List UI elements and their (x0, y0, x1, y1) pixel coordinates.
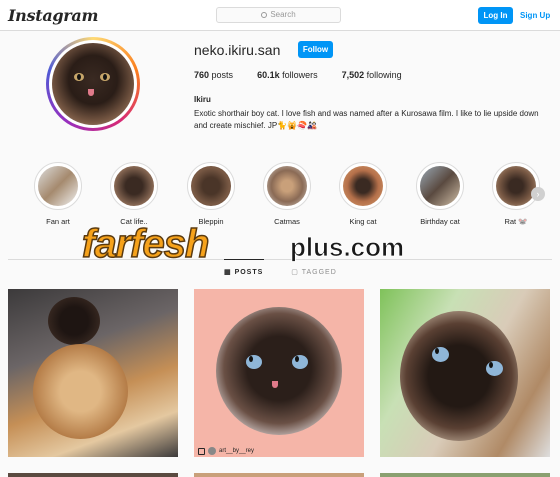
post-thumbnail-row-2[interactable] (380, 473, 550, 477)
profile-tabs: ▦ POSTS ▢ TAGGED (224, 259, 337, 276)
search-input[interactable]: Search (216, 7, 341, 23)
cat-face (48, 297, 100, 345)
cat-tongue (272, 381, 278, 388)
posts-stat: 760 posts (194, 70, 234, 80)
following-stat[interactable]: 7,502 following (342, 70, 402, 80)
post-thumbnail[interactable] (380, 289, 550, 457)
profile-stats: 760 posts 60.1k followers 7,502 followin… (194, 70, 402, 80)
highlight-king-cat[interactable]: King cat (333, 162, 393, 226)
profile-avatar[interactable] (46, 37, 140, 131)
avatar (208, 447, 216, 455)
highlight-fan-art[interactable]: Fan art (28, 162, 88, 226)
repost-icon (198, 447, 205, 455)
follow-button[interactable]: Follow (298, 41, 333, 58)
cat-eye (74, 73, 84, 81)
post-thumbnail[interactable]: art__by__rey (194, 289, 364, 457)
tab-tagged[interactable]: ▢ TAGGED (291, 268, 336, 276)
highlight-bleppin[interactable]: Bleppin (181, 162, 241, 226)
profile-bio: Exotic shorthair boy cat. I love fish an… (194, 109, 539, 130)
instagram-logo[interactable]: Instagram (8, 6, 98, 25)
highlight-label: Fan art (46, 217, 70, 226)
login-button[interactable]: Log In (478, 7, 513, 24)
highlight-catmas[interactable]: Catmas (257, 162, 317, 226)
highlight-thumbnail (343, 166, 383, 206)
highlight-thumbnail (420, 166, 460, 206)
watermark-text-secondary: plus.com (290, 232, 405, 263)
profile-username: neko.ikiru.san (194, 42, 281, 58)
cat-eye (486, 361, 503, 376)
search-icon (261, 12, 268, 18)
cat-body (33, 344, 128, 439)
highlight-label: Catmas (274, 217, 300, 226)
highlight-birthday-cat[interactable]: Birthday cat (410, 162, 470, 226)
highlight-label: Birthday cat (420, 217, 460, 226)
chevron-right-icon[interactable]: › (531, 187, 545, 201)
watermark-text-primary: farfesh (81, 221, 210, 267)
cat-eye (432, 347, 449, 362)
highlight-label: Rat 🐭 (504, 217, 528, 226)
followers-stat[interactable]: 60.1k followers (257, 70, 318, 80)
search-placeholder: Search (270, 10, 296, 19)
cat-tongue (88, 89, 94, 96)
highlight-thumbnail (191, 166, 231, 206)
highlight-thumbnail (114, 166, 154, 206)
highlight-label: King cat (349, 217, 377, 226)
post-thumbnail[interactable] (8, 289, 178, 457)
avatar (52, 43, 134, 125)
highlight-thumbnail (496, 166, 536, 206)
cat-face (216, 307, 342, 435)
highlight-thumbnail (267, 166, 307, 206)
highlight-thumbnail (38, 166, 78, 206)
top-navigation-bar: Instagram Search Log In Sign Up (0, 0, 560, 31)
post-thumbnail-row-2[interactable] (8, 473, 178, 477)
post-thumbnail-row-2[interactable] (194, 473, 364, 477)
profile-display-name: Ikiru (194, 95, 211, 104)
signup-link[interactable]: Sign Up (520, 11, 550, 20)
cat-eye (292, 355, 308, 369)
cat-eye (100, 73, 110, 81)
highlight-cat-life[interactable]: Cat life.. (104, 162, 164, 226)
cat-face (400, 311, 518, 441)
tab-posts[interactable]: ▦ POSTS (224, 259, 265, 276)
post-credit: art__by__rey (198, 447, 254, 455)
cat-eye (246, 355, 262, 369)
